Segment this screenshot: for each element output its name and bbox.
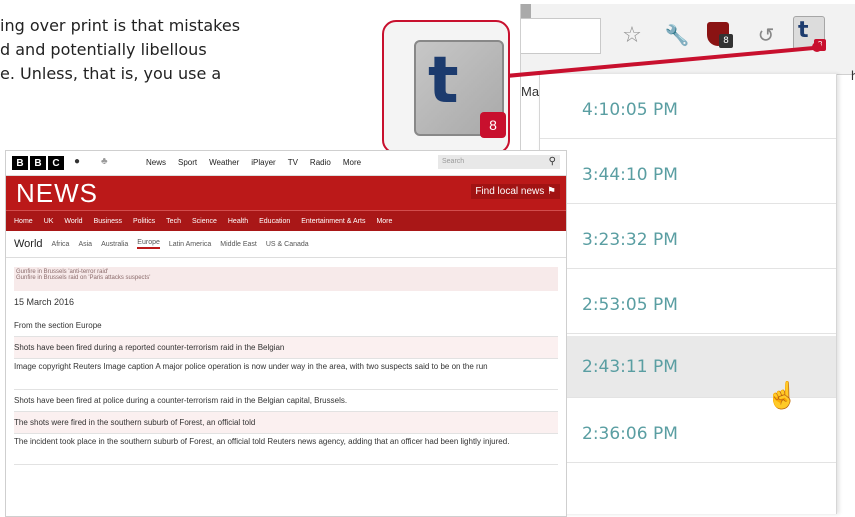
search-icon[interactable]: ⚲ (549, 155, 556, 169)
main-nav-item[interactable]: More (376, 218, 392, 225)
top-nav-item[interactable]: Radio (310, 158, 331, 167)
history-icon[interactable]: ↺ (753, 22, 779, 48)
time-label: 4:10:05 PM (582, 100, 678, 120)
time-label: 2:36:06 PM (582, 424, 678, 444)
bbc-sub-nav: World Africa Asia Australia Europe Latin… (6, 231, 566, 258)
time-label: 3:23:32 PM (582, 230, 678, 250)
address-bar[interactable] (521, 18, 601, 54)
related-headlines: Gunfire in Brussels 'anti-terror raid' G… (14, 267, 558, 291)
bbc-news-screenshot: B B C ● ♣ News Sport Weather iPlayer TV … (5, 150, 567, 517)
article-line: e. Unless, that is, you use a (0, 64, 222, 83)
bbc-main-nav: Home UK World Business Politics Tech Sci… (6, 210, 566, 231)
sub-nav-item[interactable]: Africa (52, 241, 70, 248)
sub-nav-item[interactable]: Asia (78, 241, 92, 248)
article-date: 15 March 2016 (14, 297, 75, 307)
dropdown-item-time[interactable]: 2:36:06 PM (540, 406, 836, 463)
dropdown-item-time[interactable]: 2:53:05 PM (540, 277, 836, 334)
main-nav-item[interactable]: World (64, 218, 82, 225)
extension-dropdown: 4:10:05 PM 3:44:10 PM 3:23:32 PM 2:53:05… (539, 74, 837, 514)
main-nav-item[interactable]: Health (228, 218, 248, 225)
notifications-icon[interactable]: ♣ (101, 156, 108, 167)
hand-cursor-icon: ☝ (766, 380, 799, 410)
magnified-t-extension-icon: t 8 (414, 40, 506, 138)
article-line: Image copyright Reuters Image caption A … (14, 359, 558, 390)
dropdown-item-time[interactable]: 3:44:10 PM (540, 147, 836, 204)
main-nav-item[interactable]: Education (259, 218, 290, 225)
article-line: The shots were fired in the southern sub… (14, 412, 558, 434)
bbc-logo-letter: B (12, 156, 28, 170)
star-icon[interactable]: ☆ (619, 22, 645, 48)
ublock-shield-icon[interactable]: 8 (707, 22, 733, 48)
find-local-label: Find local news (475, 186, 545, 197)
sub-nav-item-active[interactable]: Europe (137, 239, 160, 249)
search-placeholder: Search (442, 158, 465, 165)
sub-nav-item[interactable]: Middle East (220, 241, 257, 248)
top-nav-item[interactable]: Weather (209, 158, 239, 167)
main-nav-item[interactable]: Politics (133, 218, 155, 225)
top-nav-item[interactable]: TV (288, 158, 298, 167)
main-nav-item[interactable]: Science (192, 218, 217, 225)
dropdown-item-time[interactable]: 4:10:05 PM (540, 82, 836, 139)
time-label: 3:44:10 PM (582, 165, 678, 185)
main-nav-item[interactable]: Home (14, 218, 33, 225)
main-nav-item[interactable]: Entertainment & Arts (301, 218, 365, 225)
sub-nav-title[interactable]: World (14, 238, 43, 250)
article-line: The incident took place in the southern … (14, 434, 558, 465)
article-line: ing over print is that mistakes (0, 16, 241, 35)
magnified-callout: t 8 (382, 20, 510, 154)
article-text-fragment: ing over print is that mistakes d and po… (0, 14, 340, 86)
article-line: From the section Europe (14, 315, 558, 337)
bbc-news-banner: NEWS Find local news ⚑ (6, 176, 566, 210)
sub-nav-item[interactable]: Latin America (169, 241, 211, 248)
wrench-icon[interactable]: 🔧 (664, 22, 690, 48)
bbc-logo-letter: C (48, 156, 64, 170)
bbc-logo-letter: B (30, 156, 46, 170)
article-line: Shots have been fired at police during a… (14, 390, 558, 412)
t-glyph: t (798, 18, 809, 43)
article-line: d and potentially libellous (0, 40, 207, 59)
bbc-news-title[interactable]: NEWS (16, 178, 98, 209)
time-label: 2:53:05 PM (582, 295, 678, 315)
main-nav-item[interactable]: UK (44, 218, 54, 225)
bbc-search-input[interactable]: Search ⚲ (438, 155, 560, 169)
tab-fragment-right: har (851, 68, 855, 83)
browser-window: ☆ 🔧 8 ↺ t 8 Ma har 4:10:05 PM 3:44:10 PM… (520, 4, 855, 516)
find-local-news-button[interactable]: Find local news ⚑ (471, 184, 560, 199)
bbc-logo[interactable]: B B C (12, 156, 64, 170)
sub-nav-item[interactable]: Australia (101, 241, 128, 248)
dropdown-item-time[interactable]: 3:23:32 PM (540, 212, 836, 269)
account-icon[interactable]: ● (74, 156, 80, 167)
magnified-badge: 8 (480, 112, 506, 138)
t-glyph: t (428, 44, 459, 118)
top-nav-item[interactable]: News (146, 158, 166, 167)
bbc-top-bar: B B C ● ♣ News Sport Weather iPlayer TV … (6, 151, 566, 176)
main-nav-item[interactable]: Tech (166, 218, 181, 225)
related-headline[interactable]: Gunfire in Brussels raid on 'Paris attac… (16, 275, 556, 281)
tab-fragment-left: Ma (521, 84, 540, 99)
top-nav-item[interactable]: iPlayer (251, 158, 275, 167)
location-pin-icon: ⚑ (547, 186, 556, 197)
time-label: 2:43:11 PM (582, 356, 678, 377)
top-nav-item[interactable]: More (343, 158, 361, 167)
top-nav-item[interactable]: Sport (178, 158, 197, 167)
main-nav-item[interactable]: Business (94, 218, 122, 225)
bbc-article-body: Gunfire in Brussels 'anti-terror raid' G… (6, 259, 566, 465)
sub-nav-item[interactable]: US & Canada (266, 241, 309, 248)
article-line: Shots have been fired during a reported … (14, 337, 558, 359)
shield-badge: 8 (719, 34, 733, 48)
callout-connector-dot (812, 42, 822, 52)
browser-toolbar: ☆ 🔧 8 ↺ t 8 (521, 4, 855, 75)
bbc-top-nav: News Sport Weather iPlayer TV Radio More (146, 158, 361, 167)
